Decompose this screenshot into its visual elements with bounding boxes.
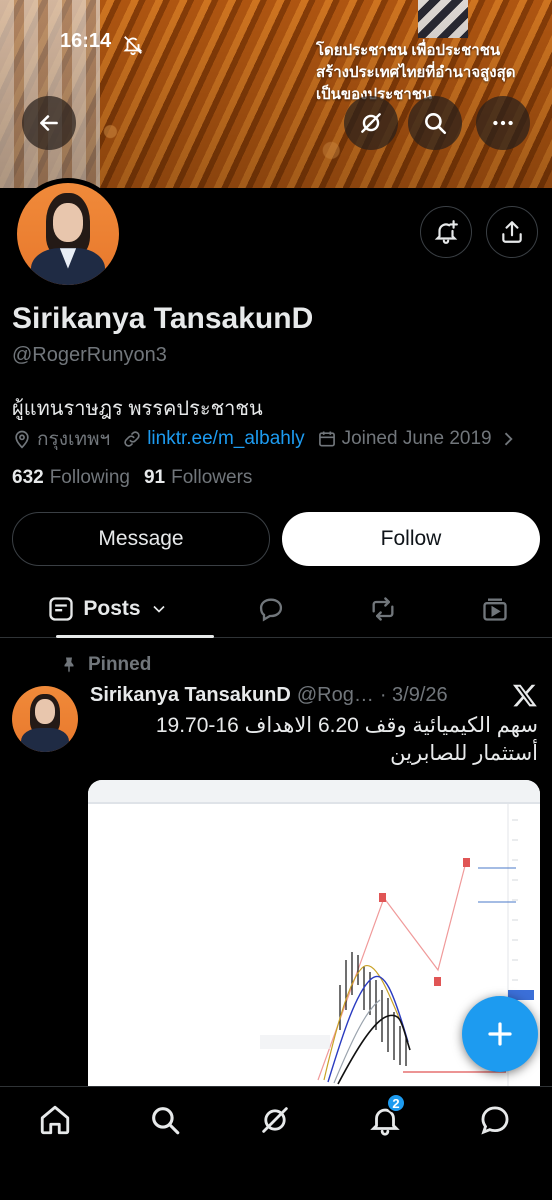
location-text: กรุงเทพฯ <box>37 429 111 450</box>
tab-media[interactable] <box>466 580 524 637</box>
grok-icon <box>361 113 381 133</box>
pinned-text: Pinned <box>88 654 152 675</box>
tab-replies[interactable] <box>242 580 300 637</box>
profile-link[interactable]: linktr.ee/m_albahly <box>122 428 305 450</box>
nav-notifications[interactable]: 2 <box>368 1093 406 1137</box>
more-button[interactable] <box>476 96 530 150</box>
arrow-left-icon <box>40 115 58 131</box>
share-button[interactable] <box>486 206 538 258</box>
following-link[interactable]: 632 Following <box>12 467 130 489</box>
reply-bubble-icon <box>259 597 283 622</box>
search-icon <box>425 113 447 135</box>
followers-label: Followers <box>171 467 253 488</box>
nav-grok[interactable] <box>258 1103 292 1137</box>
follow-button[interactable]: Follow <box>282 512 540 566</box>
bottom-nav: 2 <box>0 1086 552 1200</box>
post-handle[interactable]: @Rog… <box>297 684 374 707</box>
bell-plus-icon <box>434 220 458 244</box>
chat-bubble-icon <box>481 1106 509 1135</box>
back-button[interactable] <box>22 96 76 150</box>
link-icon <box>124 431 140 447</box>
plus-icon <box>488 1022 512 1046</box>
search-icon <box>152 1107 180 1135</box>
post-text-line2: أستثمار للصابرين <box>390 742 538 765</box>
bell-muted-icon <box>123 36 143 56</box>
calendar-icon <box>318 431 335 447</box>
follow-stats: 632 Following 91 Followers <box>12 467 266 489</box>
tab-reposts[interactable] <box>354 580 412 637</box>
joined-date: Joined June 2019 <box>317 428 523 450</box>
compose-button[interactable] <box>462 996 538 1072</box>
chevron-right-icon[interactable] <box>498 429 518 449</box>
repost-icon <box>372 596 394 621</box>
pin-icon <box>64 657 74 673</box>
share-icon <box>502 221 522 243</box>
message-button[interactable]: Message <box>12 512 270 566</box>
nav-home[interactable] <box>38 1103 72 1137</box>
grok-button[interactable] <box>344 96 398 150</box>
notify-button[interactable] <box>420 206 472 258</box>
banner-slogan-line2: สร้างประเทศไทยที่อำนาจสูงสุด <box>316 64 516 81</box>
more-dots-icon <box>493 120 513 126</box>
post-header: Sirikanya TansakunD @Rog… · 3/9/26 <box>90 684 448 707</box>
avatar-photo <box>17 183 119 285</box>
pinned-label: Pinned <box>60 654 151 676</box>
notification-badge: 2 <box>386 1093 406 1113</box>
nav-messages[interactable] <box>478 1103 512 1137</box>
followers-link[interactable]: 91 Followers <box>144 467 252 489</box>
posts-icon <box>49 596 74 621</box>
joined-text: Joined June 2019 <box>341 428 492 449</box>
profile-link-text[interactable]: linktr.ee/m_albahly <box>147 428 304 450</box>
profile-meta: กรุงเทพฯ linktr.ee/m_albahly Joined June… <box>12 426 535 452</box>
chevron-down-icon <box>153 605 165 613</box>
profile-avatar[interactable] <box>12 178 124 290</box>
home-icon <box>40 1105 70 1135</box>
status-bar: 16:14 <box>0 30 552 60</box>
following-count: 632 <box>12 467 44 488</box>
post-text-line1: سهم الكيميائية وقف 6.20 الاهداف 16-19.70 <box>155 714 538 737</box>
status-time: 16:14 <box>60 30 112 52</box>
tab-posts-label: Posts <box>83 596 141 620</box>
post-author[interactable]: Sirikanya TansakunD <box>90 684 291 707</box>
post-text: سهم الكيميائية وقف 6.20 الاهداف 16-19.70… <box>90 712 538 768</box>
post-date: · 3/9/26 <box>379 684 448 706</box>
profile-tabs: Posts <box>0 580 552 638</box>
nav-search[interactable] <box>148 1103 182 1137</box>
followers-count: 91 <box>143 467 166 488</box>
profile-handle: @RogerRunyon3 <box>12 344 167 366</box>
tab-posts[interactable]: Posts <box>28 580 214 638</box>
media-icon <box>483 598 507 621</box>
grok-icon <box>262 1107 288 1133</box>
location-pin-icon <box>15 430 29 449</box>
search-button[interactable] <box>408 96 462 150</box>
location: กรุงเทพฯ <box>12 424 110 454</box>
following-label: Following <box>49 467 130 488</box>
profile-name: Sirikanya TansakunD <box>12 302 314 335</box>
profile-bio: ผู้แทนราษฎร พรรคประชาชน <box>12 398 263 420</box>
x-logo-icon <box>512 684 537 707</box>
post-avatar[interactable] <box>12 686 78 752</box>
profile-banner[interactable]: โดยประชาชน เพื่อประชาชน สร้างประเทศไทยที… <box>0 0 552 188</box>
